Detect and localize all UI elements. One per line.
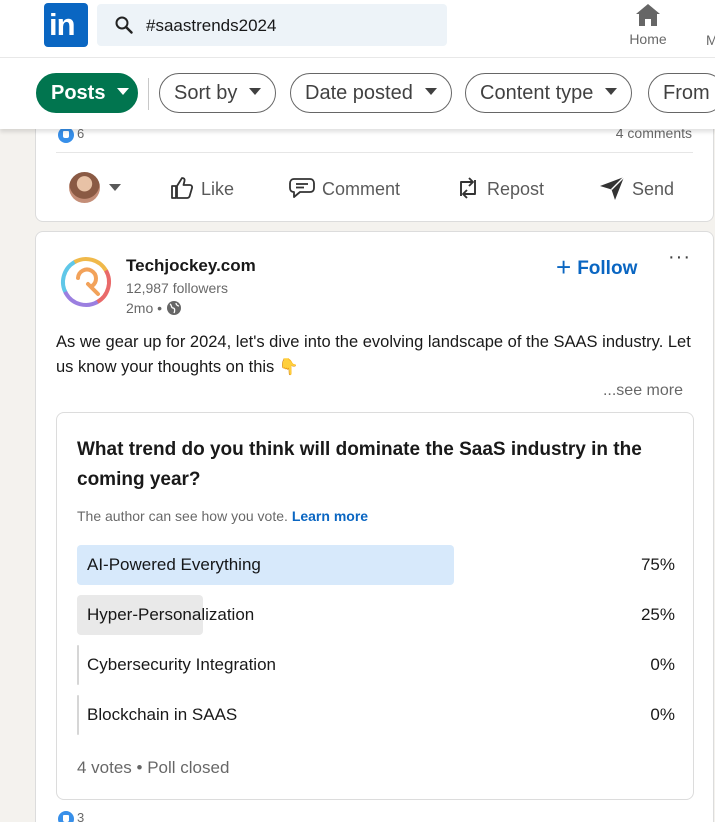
follower-count: 12,987 followers [126, 280, 228, 296]
poll-option: Hyper-Personalization 25% [77, 595, 675, 635]
avatar[interactable] [69, 172, 100, 203]
poll-option: Cybersecurity Integration 0% [77, 645, 675, 685]
comment-button[interactable]: Comment [288, 174, 400, 204]
poll-option-percent: 0% [650, 655, 675, 674]
caret-down-icon [424, 88, 437, 96]
repost-icon [460, 177, 476, 199]
linkedin-logo[interactable]: in [44, 3, 88, 47]
search-icon [115, 16, 133, 34]
poll-option: AI-Powered Everything 75% [77, 545, 675, 585]
poll-option-label: Cybersecurity Integration [87, 655, 276, 674]
poll-option-percent: 75% [640, 555, 675, 574]
repost-button[interactable]: Repost [455, 174, 544, 204]
poll-option-label: Blockchain in SAAS [87, 705, 238, 724]
poll-note-text: The author can see how you vote. [77, 508, 288, 524]
post-card: Techjockey.com 12,987 followers 2mo • + F… [35, 231, 714, 822]
see-more-link[interactable]: ...see more [603, 382, 683, 400]
search-query: #saastrends2024 [146, 16, 277, 35]
poll-option: Blockchain in SAAS 0% [77, 695, 675, 735]
like-button[interactable]: Like [169, 174, 234, 204]
repost-label: Repost [487, 179, 545, 199]
like-reaction-icon [58, 810, 74, 822]
poll-note: The author can see how you vote. Learn m… [77, 508, 368, 524]
plus-icon: + [556, 252, 572, 282]
filter-from-label: From [663, 82, 710, 104]
filter-content-type[interactable]: Content type [465, 73, 633, 113]
post-text: As we gear up for 2024, let's dive into … [56, 333, 691, 376]
caret-down-icon [249, 88, 262, 96]
filter-posts-label: Posts [51, 82, 106, 104]
poll-option-label: Hyper-Personalization [87, 605, 255, 624]
caret-down-icon [117, 88, 130, 96]
logo-text: in [49, 7, 76, 42]
reaction-summary[interactable]: 3 [58, 810, 84, 822]
filter-posts[interactable]: Posts [36, 73, 138, 113]
post-time: 2mo • [126, 300, 182, 317]
filter-date-posted[interactable]: Date posted [290, 73, 452, 113]
poll-option-label: AI-Powered Everything [87, 555, 261, 574]
filter-date-label: Date posted [305, 82, 413, 104]
filter-sort-label: Sort by [174, 82, 238, 104]
reaction-count: 3 [77, 810, 85, 822]
filter-divider [148, 78, 149, 110]
caret-down-icon [605, 88, 618, 96]
nav-next-item[interactable]: M [706, 32, 715, 48]
send-label: Send [632, 179, 675, 199]
poll-footer: 4 votes • Poll closed [77, 758, 230, 777]
company-name[interactable]: Techjockey.com [126, 256, 256, 276]
follow-label: Follow [577, 258, 638, 279]
like-label: Like [201, 179, 235, 199]
poll-question: What trend do you think will dominate th… [77, 439, 642, 490]
post-body: As we gear up for 2024, let's dive into … [56, 330, 696, 380]
search-input[interactable]: #saastrends2024 [97, 4, 447, 46]
company-logo[interactable] [58, 254, 114, 310]
filter-from[interactable]: From [648, 73, 715, 113]
send-icon [600, 176, 625, 201]
nav-home-label: Home [629, 31, 667, 47]
poll: What trend do you think will dominate th… [56, 412, 694, 800]
send-button[interactable]: Send [598, 174, 674, 204]
thumbs-up-icon [171, 177, 194, 200]
caret-down-icon[interactable] [109, 184, 121, 191]
poll-result-bar [77, 645, 79, 685]
poll-option-percent: 25% [640, 605, 675, 624]
search-filter-bar: Posts Sort by Date posted Content type F… [0, 58, 715, 129]
filter-sort-by[interactable]: Sort by [159, 73, 277, 113]
nav-home[interactable]: Home [620, 2, 676, 52]
globe-icon [167, 301, 182, 316]
home-icon [636, 4, 660, 26]
poll-option-percent: 0% [650, 705, 675, 724]
learn-more-link[interactable]: Learn more [292, 508, 368, 524]
comment-icon [289, 178, 315, 199]
pointing-down-emoji: 👇 [278, 359, 299, 376]
poll-result-bar [77, 695, 79, 735]
social-action-bar: Like Comment Repost Send [36, 153, 713, 223]
post-time-text: 2mo • [126, 300, 163, 316]
comment-label: Comment [322, 179, 401, 199]
filter-content-label: Content type [480, 82, 594, 104]
follow-button[interactable]: + Follow [556, 250, 638, 282]
top-nav: in #saastrends2024 Home M [0, 0, 715, 58]
more-options-icon[interactable]: ··· [668, 246, 691, 269]
